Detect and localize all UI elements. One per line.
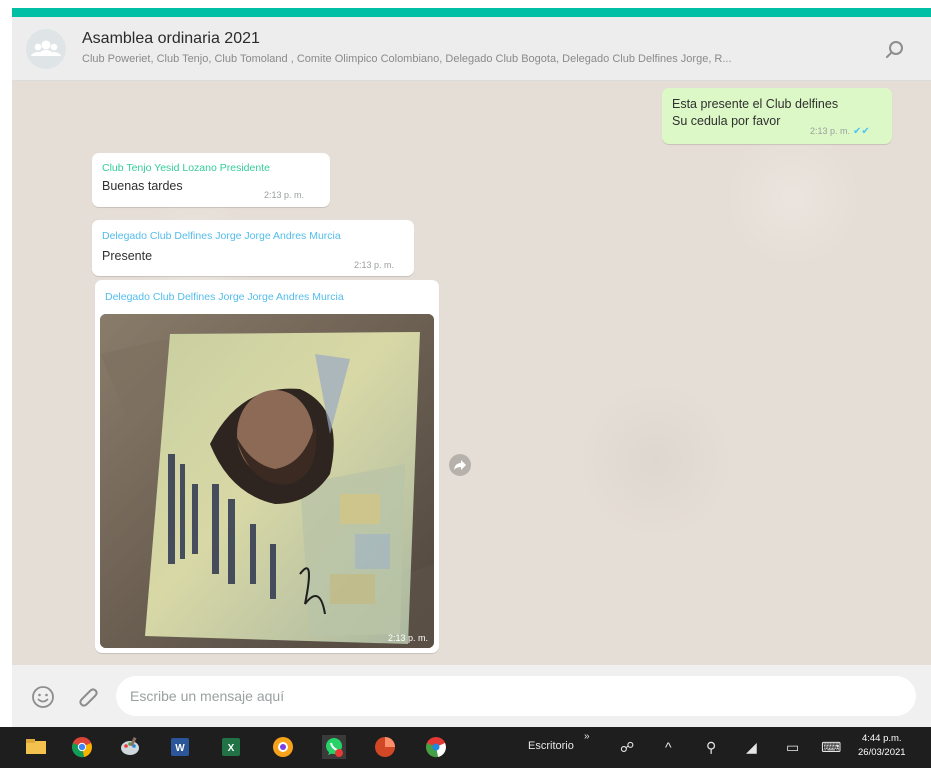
powerpoint-icon[interactable] bbox=[373, 735, 397, 759]
message-input[interactable] bbox=[116, 676, 916, 716]
emoji-icon bbox=[32, 686, 54, 708]
message-time: 2:13 p. m. bbox=[354, 260, 395, 270]
message-incoming-image[interactable]: Delegado Club Delfines Jorge Jorge Andre… bbox=[95, 280, 439, 653]
group-icon bbox=[31, 40, 61, 56]
attach-button[interactable] bbox=[75, 684, 101, 710]
word-icon[interactable]: W bbox=[168, 735, 192, 759]
search-button[interactable] bbox=[882, 37, 908, 63]
message-pane[interactable]: Esta presente el Club delfines Su cedula… bbox=[12, 81, 931, 665]
message-line-1: Esta presente el Club delfines bbox=[672, 97, 839, 111]
composer-bar bbox=[12, 665, 931, 727]
toolbar-expand-icon[interactable]: » bbox=[584, 731, 590, 742]
svg-text:X: X bbox=[228, 743, 235, 754]
clock-date: 26/03/2021 bbox=[858, 747, 906, 758]
message-outgoing[interactable]: Esta presente el Club delfines Su cedula… bbox=[662, 88, 892, 144]
message-sender[interactable]: Delegado Club Delfines Jorge Jorge Andre… bbox=[105, 291, 344, 303]
chat-title: Asamblea ordinaria 2021 bbox=[82, 30, 260, 47]
forward-button[interactable] bbox=[449, 454, 471, 476]
message-sender[interactable]: Club Tenjo Yesid Lozano Presidente bbox=[102, 162, 270, 174]
read-receipt-icon: ✔✔ bbox=[853, 126, 870, 137]
message-text: Buenas tardes bbox=[102, 179, 183, 193]
file-explorer-icon[interactable] bbox=[24, 735, 48, 759]
people-icon[interactable]: ☍ bbox=[620, 739, 634, 756]
windows-taskbar: W X Escritorio » ☍ ^ ⚲ ◢ ▭ ⌨ 4:44 p.m. 2… bbox=[0, 727, 931, 768]
chat-header[interactable]: Asamblea ordinaria 2021 Club Poweriet, C… bbox=[12, 17, 931, 81]
message-text: Presente bbox=[102, 249, 153, 263]
onedrive-icon[interactable]: ⚲ bbox=[706, 739, 716, 756]
whatsapp-icon[interactable] bbox=[322, 735, 346, 759]
message-line-2: Su cedula por favor bbox=[672, 114, 781, 128]
forward-icon bbox=[454, 460, 466, 470]
search-icon bbox=[886, 41, 903, 58]
id-card-image bbox=[100, 314, 434, 648]
excel-icon[interactable]: X bbox=[219, 735, 243, 759]
paint-icon[interactable] bbox=[118, 735, 142, 759]
message-time: 2:13 p. m. bbox=[387, 633, 428, 643]
network-icon[interactable]: ◢ bbox=[746, 739, 757, 756]
chrome-canary-icon[interactable] bbox=[424, 735, 448, 759]
message-incoming[interactable]: Club Tenjo Yesid Lozano Presidente Buena… bbox=[92, 153, 330, 207]
message-incoming[interactable]: Delegado Club Delfines Jorge Jorge Andre… bbox=[92, 220, 414, 276]
message-time: 2:13 p. m. bbox=[264, 190, 305, 200]
group-avatar[interactable] bbox=[26, 29, 66, 69]
clock[interactable]: 4:44 p.m. 26/03/2021 bbox=[858, 732, 906, 760]
svg-text:W: W bbox=[175, 743, 185, 754]
paperclip-icon bbox=[79, 688, 98, 707]
id-card-photo[interactable]: 2:13 p. m. bbox=[100, 314, 434, 648]
battery-icon[interactable]: ▭ bbox=[786, 739, 799, 756]
keyboard-icon[interactable]: ⌨ bbox=[821, 739, 841, 756]
chrome-icon[interactable] bbox=[70, 735, 94, 759]
message-time: 2:13 p. m. bbox=[810, 126, 851, 136]
desktop-toolbar-label[interactable]: Escritorio bbox=[528, 740, 574, 752]
emoji-button[interactable] bbox=[30, 684, 56, 710]
app-icon[interactable] bbox=[271, 735, 295, 759]
chevron-up-icon[interactable]: ^ bbox=[665, 739, 672, 755]
message-sender[interactable]: Delegado Club Delfines Jorge Jorge Andre… bbox=[102, 230, 341, 242]
window-top-bar bbox=[12, 8, 931, 17]
chat-participants: Club Poweriet, Club Tenjo, Club Tomoland… bbox=[82, 53, 732, 65]
clock-time: 4:44 p.m. bbox=[861, 733, 902, 744]
